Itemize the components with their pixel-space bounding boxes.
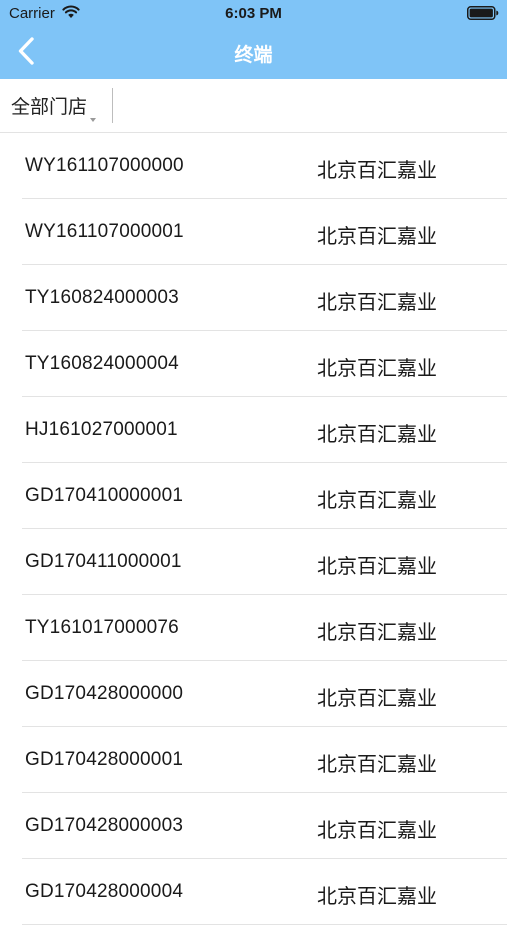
terminal-code: TY160824000003	[25, 287, 179, 308]
terminal-code: TY160824000004	[25, 353, 179, 374]
terminal-store-name: 北京百汇嘉业	[317, 820, 437, 842]
store-filter-label: 全部门店	[11, 96, 88, 118]
terminal-row[interactable]: GD170428000003 北京百汇嘉业	[0, 793, 507, 859]
terminal-store-name: 北京百汇嘉业	[317, 754, 437, 776]
terminal-row[interactable]: GD170428000001 北京百汇嘉业	[0, 727, 507, 793]
terminal-code: GD170410000001	[25, 485, 184, 506]
terminal-store-name: 北京百汇嘉业	[317, 292, 437, 314]
terminal-code: WY161107000000	[25, 155, 184, 176]
terminal-store-name: 北京百汇嘉业	[317, 160, 437, 182]
terminal-list: WY161107000000 北京百汇嘉业 WY161107000001 北京百汇嘉业…	[0, 133, 507, 925]
terminal-row[interactable]: TY161017000076 北京百汇嘉业	[0, 595, 507, 661]
terminal-row[interactable]: TY160824000004 北京百汇嘉业	[0, 331, 507, 397]
filter-bar: 全部门店	[0, 79, 507, 133]
header: Carrier 6:03 PM 终端	[0, 0, 507, 79]
terminal-store-name: 北京百汇嘉业	[317, 556, 437, 578]
navigation-bar: 终端	[0, 28, 507, 79]
terminal-code: GD170411000001	[25, 551, 182, 572]
terminal-row[interactable]: WY161107000001 北京百汇嘉业	[0, 199, 507, 265]
terminal-row[interactable]: GD170410000001 北京百汇嘉业	[0, 463, 507, 529]
terminal-code: GD170428000001	[25, 749, 184, 770]
store-filter-dropdown[interactable]: 全部门店	[11, 87, 102, 123]
status-time: 6:03 PM	[225, 5, 282, 22]
terminal-code: TY161017000076	[25, 617, 179, 638]
terminal-store-name: 北京百汇嘉业	[317, 886, 437, 908]
terminal-row[interactable]: GD170428000004 北京百汇嘉业	[0, 859, 507, 925]
terminal-code: GD170428000000	[25, 683, 184, 704]
terminal-store-name: 北京百汇嘉业	[317, 490, 437, 512]
filter-divider	[112, 88, 113, 123]
terminal-store-name: 北京百汇嘉业	[317, 226, 437, 248]
battery-icon	[467, 6, 499, 20]
terminal-store-name: 北京百汇嘉业	[317, 358, 437, 380]
terminal-code: GD170428000003	[25, 815, 184, 836]
terminal-row[interactable]: TY160824000003 北京百汇嘉业	[0, 265, 507, 331]
terminal-code: WY161107000001	[25, 221, 184, 242]
terminal-store-name: 北京百汇嘉业	[317, 424, 437, 446]
terminal-code: HJ161027000001	[25, 419, 178, 440]
terminal-store-name: 北京百汇嘉业	[317, 622, 437, 644]
terminal-row[interactable]: HJ161027000001 北京百汇嘉业	[0, 397, 507, 463]
status-bar: Carrier 6:03 PM	[0, 0, 507, 28]
terminal-row[interactable]: GD170428000000 北京百汇嘉业	[0, 661, 507, 727]
caret-down-icon	[90, 109, 97, 122]
page-title: 终端	[234, 45, 273, 66]
terminal-row[interactable]: WY161107000000 北京百汇嘉业	[0, 133, 507, 199]
terminal-row[interactable]: GD170411000001 北京百汇嘉业	[0, 529, 507, 595]
terminal-store-name: 北京百汇嘉业	[317, 688, 437, 710]
